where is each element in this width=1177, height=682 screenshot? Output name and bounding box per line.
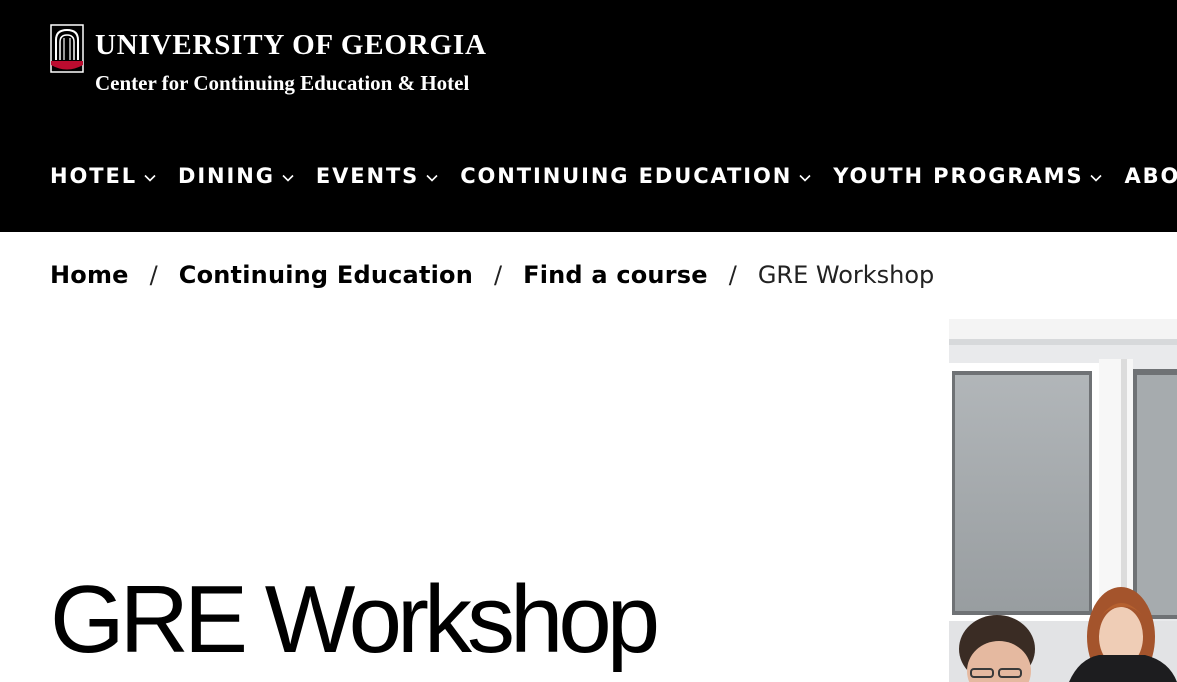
- nav-item-continuing-education[interactable]: CONTINUING EDUCATION: [460, 160, 811, 192]
- nav-item-label: DINING: [177, 164, 275, 188]
- page-title: GRE Workshop: [50, 566, 660, 673]
- hero-photo-image: [949, 319, 1177, 682]
- university-name: UNIVERSITY OF GEORGIA: [95, 29, 487, 61]
- nav-item-label: YOUTH PROGRAMS: [833, 164, 1084, 188]
- nav-item-label: EVENTS: [315, 164, 420, 188]
- hero-photo: [949, 319, 1177, 682]
- nav-item-hotel[interactable]: HOTEL: [50, 160, 156, 192]
- chevron-down-icon: [144, 174, 156, 182]
- chevron-down-icon: [1090, 174, 1103, 182]
- chevron-down-icon: [426, 174, 438, 182]
- breadcrumb: Home / Continuing Education / Find a cou…: [50, 258, 934, 292]
- site-header: UNIVERSITY OF GEORGIA Center for Continu…: [0, 0, 1177, 232]
- chevron-down-icon: [282, 174, 294, 182]
- nav-item-about[interactable]: ABOUT: [1124, 160, 1177, 192]
- nav-item-label: ABOUT: [1124, 164, 1177, 188]
- uga-arch-logo-icon: [50, 24, 84, 73]
- breadcrumb-separator: /: [728, 261, 737, 289]
- breadcrumb-find-a-course-link[interactable]: Find a course: [523, 258, 708, 292]
- nav-item-label: CONTINUING EDUCATION: [460, 164, 793, 188]
- nav-item-dining[interactable]: DINING: [178, 160, 294, 192]
- breadcrumb-separator: /: [149, 261, 158, 289]
- nav-item-label: HOTEL: [50, 164, 137, 188]
- chevron-down-icon: [799, 174, 811, 182]
- nav-item-youth-programs[interactable]: YOUTH PROGRAMS: [833, 160, 1103, 192]
- main-nav: HOTEL DINING EVENTS CONTINUING EDUCATION…: [50, 160, 1177, 192]
- breadcrumb-current-page: GRE Workshop: [757, 261, 935, 289]
- breadcrumb-continuing-education-link[interactable]: Continuing Education: [179, 258, 473, 292]
- breadcrumb-home-link[interactable]: Home: [50, 258, 129, 292]
- breadcrumb-separator: /: [494, 261, 503, 289]
- nav-item-events[interactable]: EVENTS: [316, 160, 438, 192]
- unit-name: Center for Continuing Education & Hotel: [95, 71, 470, 95]
